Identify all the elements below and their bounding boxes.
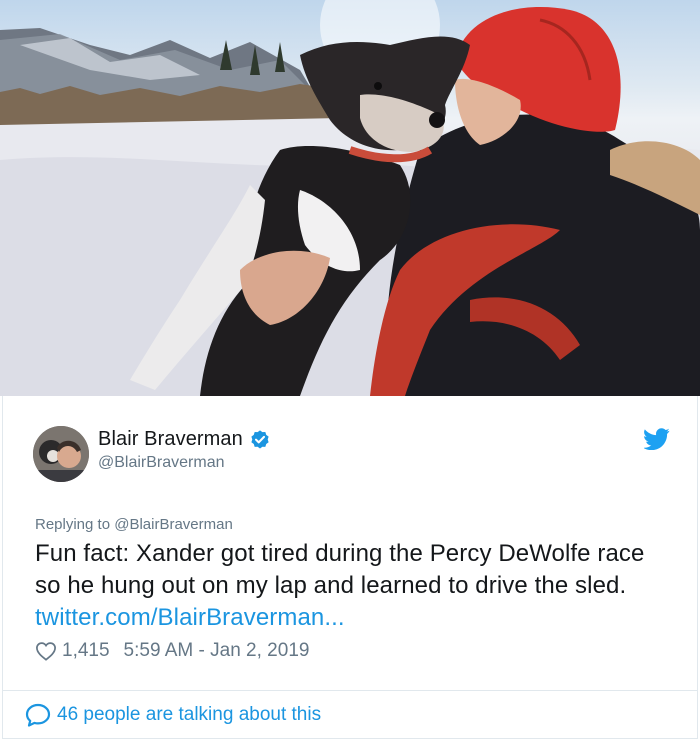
like-count[interactable]: 1,415 [62, 640, 110, 662]
author-name-row[interactable]: Blair Braverman [98, 428, 271, 451]
tweet-meta: 1,415 5:59 AM - Jan 2, 2019 [35, 640, 309, 662]
replying-to[interactable]: Replying to @BlairBraverman [35, 516, 233, 533]
tweet-body: Fun fact: Xander got tired during the Pe… [35, 540, 645, 599]
conversation-link[interactable]: 46 people are talking about this [25, 703, 321, 727]
avatar-image [33, 426, 89, 482]
heart-icon[interactable] [35, 641, 57, 661]
tweet-text: Fun fact: Xander got tired during the Pe… [35, 538, 675, 634]
tweet-photo[interactable] [0, 0, 700, 396]
talking-count[interactable]: 46 people are talking about this [57, 704, 321, 726]
speech-bubble-icon [25, 703, 51, 727]
user-handle[interactable]: @BlairBraverman [98, 454, 225, 472]
twitter-bird-icon[interactable] [644, 428, 670, 450]
timestamp[interactable]: 5:59 AM - Jan 2, 2019 [124, 640, 310, 662]
avatar[interactable] [33, 426, 89, 482]
verified-badge-icon [251, 429, 269, 449]
tweet-link[interactable]: twitter.com/BlairBraverman... [35, 604, 345, 631]
tweet-card[interactable]: Blair Braverman @BlairBraverman Replying… [2, 396, 698, 739]
photo-scene [0, 0, 700, 396]
display-name[interactable]: Blair Braverman [98, 428, 243, 451]
divider [3, 690, 697, 691]
